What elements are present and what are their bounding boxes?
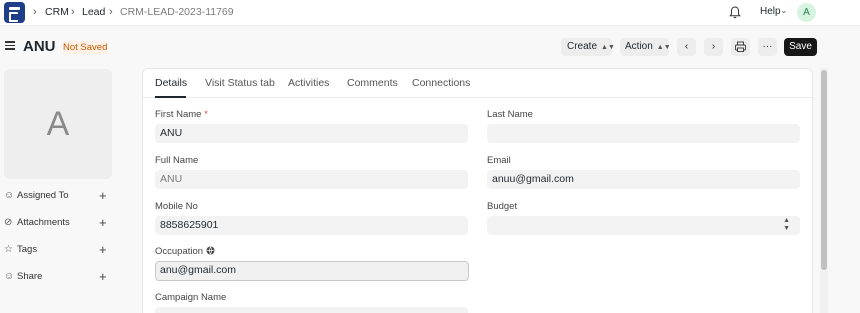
breadcrumb-lead[interactable]: Lead: [82, 6, 105, 18]
add-icon[interactable]: +: [99, 269, 107, 284]
sidebar-item-label: Attachments: [17, 217, 70, 228]
tab-activities[interactable]: Activities: [288, 77, 329, 89]
mobile-no-label: Mobile No: [155, 201, 198, 212]
ellipsis-icon: ···: [762, 41, 773, 52]
updown-caret-icon: ▲▼: [656, 44, 671, 51]
tab-comments[interactable]: Comments: [347, 77, 398, 89]
occupation-label-text: Occupation: [155, 246, 204, 257]
updown-caret-icon: ▲▼: [601, 44, 615, 51]
scrollbar-thumb[interactable]: [821, 70, 827, 270]
record-avatar[interactable]: A: [4, 69, 112, 179]
budget-label: Budget: [487, 201, 518, 212]
app-logo-icon[interactable]: [4, 2, 25, 23]
status-badge: Not Saved: [63, 41, 108, 54]
sidebar-item-assigned-to[interactable]: ☺ Assigned To +: [4, 188, 110, 203]
email-field[interactable]: anuu@gmail.com: [487, 170, 800, 189]
sidebar-item-tags[interactable]: ☆ Tags +: [4, 242, 110, 257]
mobile-no-field[interactable]: 8858625901: [155, 216, 468, 235]
notification-bell-icon[interactable]: [729, 6, 741, 19]
previous-button[interactable]: ‹: [677, 38, 696, 56]
full-name-label: Full Name: [155, 155, 199, 166]
create-button-label: Create: [567, 41, 598, 52]
user-avatar[interactable]: A: [797, 3, 816, 22]
print-button[interactable]: [731, 38, 750, 56]
sidebar-toggle-icon[interactable]: [5, 41, 15, 50]
help-menu[interactable]: Help: [760, 6, 781, 17]
printer-icon: [735, 41, 746, 52]
active-tab-indicator: [155, 96, 186, 98]
breadcrumb-crm[interactable]: CRM: [45, 6, 69, 18]
action-button-label: Action: [625, 41, 653, 52]
email-label: Email: [487, 155, 511, 166]
breadcrumb-current: CRM-LEAD-2023-11769: [120, 6, 234, 18]
last-name-field[interactable]: [487, 124, 800, 143]
create-button[interactable]: Create ▲▼: [561, 38, 615, 56]
chevron-right-icon: ›: [33, 6, 37, 18]
tab-details[interactable]: Details: [155, 77, 187, 89]
campaign-name-field[interactable]: [155, 307, 468, 313]
sidebar-item-label: Share: [17, 271, 43, 282]
tab-visit-status[interactable]: Visit Status tab: [205, 77, 275, 89]
last-name-label: Last Name: [487, 109, 533, 120]
more-options-button[interactable]: ···: [758, 38, 777, 56]
share-icon: ☺: [4, 271, 15, 282]
chevron-down-icon[interactable]: ⌄: [780, 5, 788, 16]
updown-caret-icon: ▲▼: [783, 217, 790, 232]
first-name-label-text: First Name: [155, 109, 202, 120]
required-mark: *: [204, 109, 208, 120]
budget-select[interactable]: ▲ ▼: [487, 216, 800, 235]
occupation-label: Occupation: [155, 246, 215, 257]
occupation-field[interactable]: anu@gmail.com: [155, 261, 469, 281]
add-icon[interactable]: +: [99, 188, 107, 203]
form-card: Details Visit Status tab Activities Comm…: [142, 68, 813, 313]
sidebar-item-attachments[interactable]: ⊘ Attachments +: [4, 215, 110, 230]
campaign-name-label: Campaign Name: [155, 292, 227, 303]
chevron-right-icon: ›: [109, 6, 113, 18]
add-icon[interactable]: +: [99, 242, 107, 257]
user-add-icon: ☺: [4, 190, 15, 201]
add-icon[interactable]: +: [99, 215, 107, 230]
form-tabs: Details Visit Status tab Activities Comm…: [143, 69, 812, 98]
tab-connections[interactable]: Connections: [412, 77, 470, 89]
page-title: ANU: [23, 38, 56, 55]
chevron-left-icon: ‹: [684, 41, 689, 52]
globe-icon: [206, 246, 215, 255]
top-navbar: › CRM › Lead › CRM-LEAD-2023-11769 Help …: [0, 0, 860, 26]
tag-icon: ☆: [4, 244, 13, 255]
action-button[interactable]: Action ▲▼: [620, 38, 671, 56]
save-button[interactable]: Save: [784, 38, 817, 56]
sidebar-item-label: Tags: [17, 244, 38, 255]
next-button[interactable]: ›: [704, 38, 723, 56]
chevron-right-icon: ›: [71, 6, 75, 18]
sidebar-item-share[interactable]: ☺ Share +: [4, 269, 110, 284]
first-name-label: First Name *: [155, 109, 208, 120]
full-name-field: ANU: [155, 170, 468, 189]
paperclip-icon: ⊘: [4, 217, 13, 228]
first-name-field[interactable]: ANU: [155, 124, 468, 143]
chevron-right-icon: ›: [711, 41, 716, 52]
sidebar-item-label: Assigned To: [17, 190, 69, 201]
